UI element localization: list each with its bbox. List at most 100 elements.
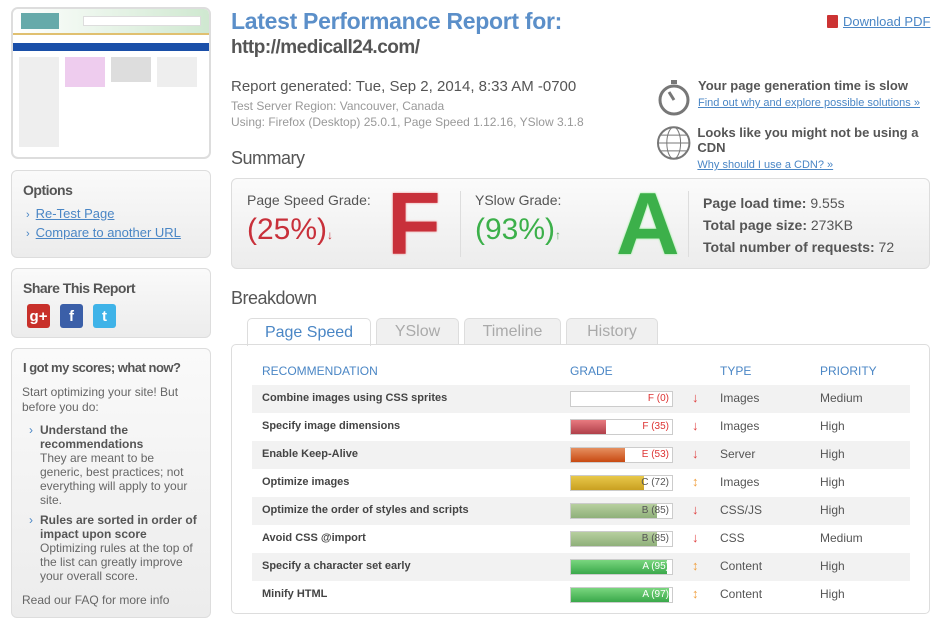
type: Server xyxy=(720,447,756,461)
type: CSS xyxy=(720,531,745,545)
tip: Understand the recommendationsThey are m… xyxy=(29,423,200,507)
arrow-updown-icon: ↕ xyxy=(692,474,699,489)
col-grade[interactable]: GRADE xyxy=(570,364,613,378)
retest-link[interactable]: Re-Test Page xyxy=(36,206,115,221)
facebook-icon[interactable]: f xyxy=(60,304,83,328)
grade-bar: A (95) xyxy=(570,559,673,575)
download-pdf[interactable]: Download PDF xyxy=(827,14,930,29)
col-priority[interactable]: PRIORITY xyxy=(820,364,877,378)
grade-bar: C (72) xyxy=(570,475,673,491)
arrow-down-icon: ↓ xyxy=(692,446,699,461)
priority: High xyxy=(820,559,845,573)
table-row[interactable]: Minify HTML A (97) ↕ Content High xyxy=(252,581,910,609)
table-row[interactable]: Specify image dimensions F (35) ↓ Images… xyxy=(252,413,910,441)
tab-yslow[interactable]: YSlow xyxy=(376,318,459,345)
server-region: Test Server Region: Vancouver, Canada xyxy=(231,99,445,113)
compare-link[interactable]: Compare to another URL xyxy=(36,225,181,240)
arrow-updown-icon: ↕ xyxy=(692,586,699,601)
alert-generation-time: Your page generation time is slow Find ou… xyxy=(656,78,920,116)
cdn-link[interactable]: Why should I use a CDN? » xyxy=(697,159,833,171)
table-row[interactable]: Enable Keep-Alive E (53) ↓ Server High xyxy=(252,441,910,469)
table-row[interactable]: Avoid CSS @import B (85) ↓ CSS Medium xyxy=(252,525,910,553)
pagespeed-label: Page Speed Grade: xyxy=(247,192,371,208)
grade-bar-fill xyxy=(571,476,644,490)
grade-bar: F (35) xyxy=(570,419,673,435)
table-row[interactable]: Optimize the order of styles and scripts… xyxy=(252,497,910,525)
options-panel: Options Re-Test Page Compare to another … xyxy=(11,170,211,258)
down-arrow-icon: ↓ xyxy=(327,228,334,242)
page-stats: Page load time: 9.55s Total page size: 2… xyxy=(703,195,895,255)
grade-bar: E (53) xyxy=(570,447,673,463)
yslow-label: YSlow Grade: xyxy=(475,192,562,208)
grade-bar: B (85) xyxy=(570,503,673,519)
yslow-percent: (93%)↑ xyxy=(475,213,562,246)
site-screenshot-thumbnail xyxy=(11,7,211,159)
report-generated: Report generated: Tue, Sep 2, 2014, 8:33… xyxy=(231,78,577,95)
priority: High xyxy=(820,503,845,517)
stopwatch-icon xyxy=(658,80,690,116)
share-panel: Share This Report g+ f t xyxy=(11,268,211,338)
pagespeed-percent: (25%)↓ xyxy=(247,213,334,246)
summary-heading: Summary xyxy=(231,148,305,168)
tab-timeline[interactable]: Timeline xyxy=(464,318,561,345)
grade-bar: B (85) xyxy=(570,531,673,547)
share-title: Share This Report xyxy=(23,280,136,296)
generation-time-link[interactable]: Find out why and explore possible soluti… xyxy=(698,97,920,109)
pagespeed-grade: F xyxy=(387,174,441,273)
type: Content xyxy=(720,559,763,573)
recommendation-name[interactable]: Optimize images xyxy=(262,476,349,488)
tab-history[interactable]: History xyxy=(566,318,658,345)
yslow-grade: A xyxy=(616,174,680,273)
recommendation-name[interactable]: Specify a character set early xyxy=(262,560,411,572)
table-row[interactable]: Combine images using CSS sprites F (0) ↓… xyxy=(252,385,910,413)
type: Images xyxy=(720,475,760,489)
priority: Medium xyxy=(820,391,863,405)
arrow-down-icon: ↓ xyxy=(692,502,699,517)
up-arrow-icon: ↑ xyxy=(555,228,562,242)
arrow-down-icon: ↓ xyxy=(692,530,699,545)
grade-bar: A (97) xyxy=(570,587,673,603)
arrow-updown-icon: ↕ xyxy=(692,558,699,573)
tab-page-speed[interactable]: Page Speed xyxy=(247,318,371,346)
priority: High xyxy=(820,475,845,489)
type: Images xyxy=(720,391,760,405)
priority: Medium xyxy=(820,531,863,545)
tip: Rules are sorted in order of impact upon… xyxy=(29,513,200,583)
report-url: http://medicall24.com/ xyxy=(231,37,420,58)
faq-text: Read our FAQ for more info xyxy=(22,593,170,607)
scores-help-panel: I got my scores; what now? Start optimiz… xyxy=(11,348,211,618)
recommendation-name[interactable]: Specify image dimensions xyxy=(262,420,400,432)
type: Images xyxy=(720,419,760,433)
google-plus-icon[interactable]: g+ xyxy=(27,304,50,328)
col-type[interactable]: TYPE xyxy=(720,364,751,378)
priority: High xyxy=(820,447,845,461)
browser-info: Using: Firefox (Desktop) 25.0.1, Page Sp… xyxy=(231,115,584,129)
twitter-icon[interactable]: t xyxy=(93,304,116,328)
recommendation-name[interactable]: Optimize the order of styles and scripts xyxy=(262,504,469,516)
page-title: Latest Performance Report for: xyxy=(231,8,562,34)
recommendation-name[interactable]: Combine images using CSS sprites xyxy=(262,392,447,404)
table-row[interactable]: Optimize images C (72) ↕ Images High xyxy=(252,469,910,497)
summary-box: Page Speed Grade: (25%)↓ F YSlow Grade: … xyxy=(231,174,930,273)
arrow-down-icon: ↓ xyxy=(692,390,699,405)
recommendations-panel: RECOMMENDATION GRADE TYPE PRIORITY Combi… xyxy=(231,344,930,614)
grade-bar: F (0) xyxy=(570,391,673,407)
breakdown-tabs: Page Speed YSlow Timeline History xyxy=(247,318,658,346)
col-recommendation[interactable]: RECOMMENDATION xyxy=(262,364,378,378)
pdf-icon xyxy=(827,15,838,28)
recommendation-name[interactable]: Enable Keep-Alive xyxy=(262,448,358,460)
recommendation-name[interactable]: Avoid CSS @import xyxy=(262,532,366,544)
globe-icon xyxy=(656,126,691,160)
recommendation-name[interactable]: Minify HTML xyxy=(262,588,327,600)
grade-bar-fill xyxy=(571,448,625,462)
grade-bar-fill xyxy=(571,420,607,434)
table-row[interactable]: Specify a character set early A (95) ↕ C… xyxy=(252,553,910,581)
type: Content xyxy=(720,587,763,601)
breakdown-heading: Breakdown xyxy=(231,288,317,308)
type: CSS/JS xyxy=(720,503,763,517)
scores-intro: Start optimizing your site! But before y… xyxy=(22,385,179,414)
priority: High xyxy=(820,587,845,601)
options-title: Options xyxy=(23,182,73,198)
priority: High xyxy=(820,419,845,433)
scores-title: I got my scores; what now? xyxy=(23,360,181,375)
